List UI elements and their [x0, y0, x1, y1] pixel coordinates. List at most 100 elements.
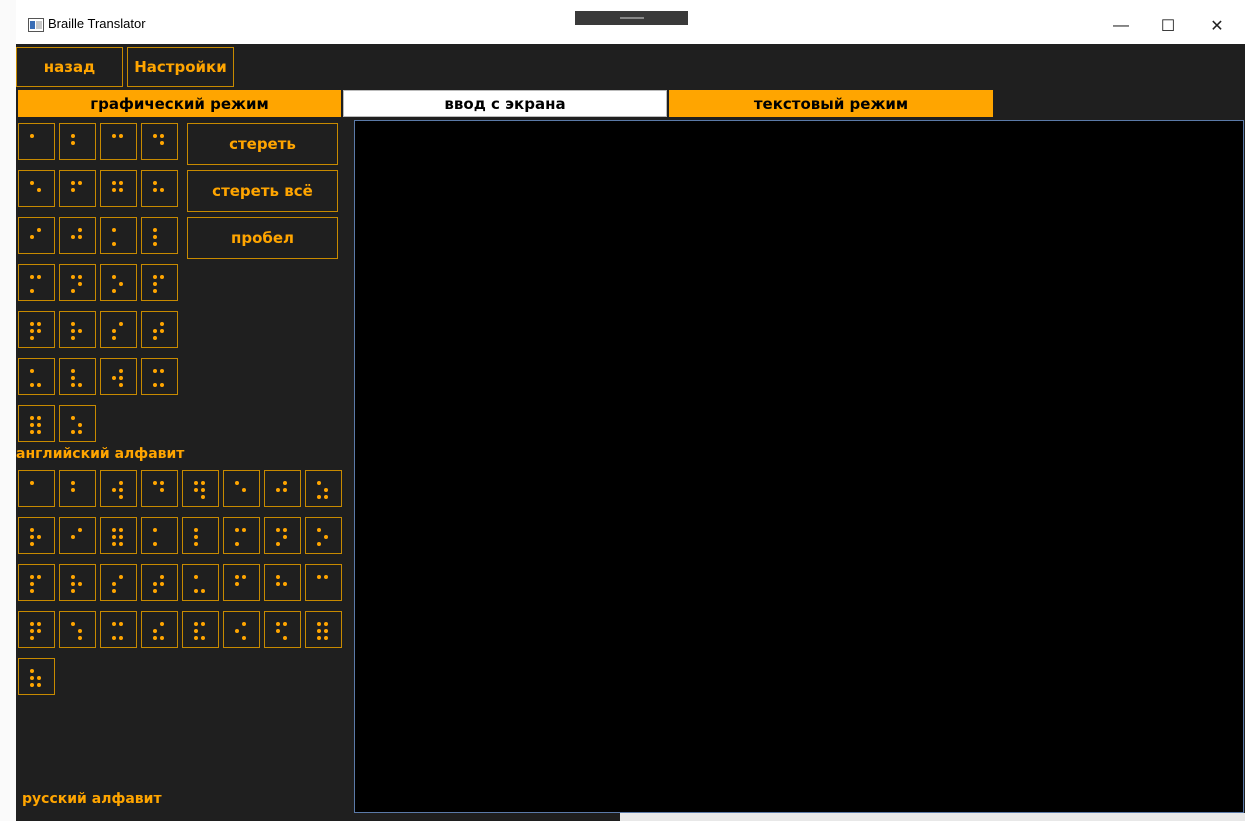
tab-screen-input[interactable]: ввод с экрана: [343, 90, 667, 117]
russian-braille-cell[interactable]: [305, 517, 342, 554]
maximize-button[interactable]: ☐: [1145, 10, 1191, 42]
tab-text-mode[interactable]: текстовый режим: [669, 90, 993, 117]
russian-braille-cell[interactable]: [264, 517, 301, 554]
english-braille-cell[interactable]: [141, 358, 178, 395]
russian-braille-cell[interactable]: [182, 470, 219, 507]
english-braille-cell[interactable]: [141, 123, 178, 160]
close-button[interactable]: ✕: [1194, 10, 1240, 42]
english-braille-cell[interactable]: [59, 358, 96, 395]
russian-braille-cell[interactable]: [141, 517, 178, 554]
braille-dot: [283, 488, 287, 492]
russian-braille-cell[interactable]: [264, 564, 301, 601]
english-braille-cell[interactable]: [100, 358, 137, 395]
russian-braille-cell[interactable]: [264, 611, 301, 648]
braille-dot: [160, 488, 164, 492]
drawing-canvas[interactable]: [354, 120, 1244, 813]
russian-braille-cell[interactable]: [59, 611, 96, 648]
russian-braille-cell[interactable]: [100, 470, 137, 507]
english-braille-cell[interactable]: [18, 217, 55, 254]
braille-dots-icon: [30, 134, 34, 138]
braille-dot: [153, 282, 157, 286]
braille-dot: [71, 188, 75, 192]
russian-braille-cell[interactable]: [18, 517, 55, 554]
english-braille-cell[interactable]: [18, 405, 55, 442]
english-braille-cell[interactable]: [18, 358, 55, 395]
russian-braille-cell[interactable]: [59, 517, 96, 554]
english-braille-cell[interactable]: [100, 217, 137, 254]
english-braille-cell[interactable]: [18, 170, 55, 207]
braille-dot: [317, 495, 321, 499]
russian-braille-cell[interactable]: [223, 517, 260, 554]
russian-braille-cell[interactable]: [100, 611, 137, 648]
erase-all-button[interactable]: стереть всё: [187, 170, 338, 212]
russian-braille-cell[interactable]: [141, 470, 178, 507]
braille-dot: [317, 528, 321, 532]
braille-dot: [201, 481, 205, 485]
settings-button[interactable]: Настройки: [127, 47, 234, 87]
braille-dot: [317, 622, 321, 626]
braille-dot: [242, 488, 246, 492]
english-braille-cell[interactable]: [18, 311, 55, 348]
english-braille-cell[interactable]: [100, 123, 137, 160]
english-braille-cell[interactable]: [59, 170, 96, 207]
russian-braille-cell[interactable]: [305, 564, 342, 601]
tab-graphic-mode[interactable]: графический режим: [18, 90, 341, 117]
english-braille-cell[interactable]: [18, 123, 55, 160]
braille-dot: [194, 488, 198, 492]
russian-braille-cell[interactable]: [223, 564, 260, 601]
braille-dots-icon: [194, 528, 198, 546]
back-button[interactable]: назад: [16, 47, 123, 87]
braille-dot: [160, 636, 164, 640]
russian-braille-cell[interactable]: [305, 470, 342, 507]
russian-braille-cell[interactable]: [182, 517, 219, 554]
russian-braille-cell[interactable]: [141, 611, 178, 648]
russian-braille-cell[interactable]: [305, 611, 342, 648]
braille-dot: [71, 235, 75, 239]
english-braille-cell[interactable]: [59, 405, 96, 442]
braille-dots-icon: [235, 528, 246, 546]
braille-dot: [317, 575, 321, 579]
russian-braille-cell[interactable]: [100, 517, 137, 554]
erase-button[interactable]: стереть: [187, 123, 338, 165]
russian-braille-cell[interactable]: [18, 564, 55, 601]
braille-dot: [276, 528, 280, 532]
braille-dot: [71, 481, 75, 485]
english-braille-cell[interactable]: [141, 264, 178, 301]
english-braille-cell[interactable]: [18, 264, 55, 301]
english-braille-cell[interactable]: [100, 311, 137, 348]
russian-braille-cell[interactable]: [223, 611, 260, 648]
russian-braille-cell[interactable]: [141, 564, 178, 601]
english-braille-cell[interactable]: [59, 217, 96, 254]
english-braille-cell[interactable]: [59, 311, 96, 348]
russian-braille-cell[interactable]: [100, 564, 137, 601]
braille-dot: [112, 275, 116, 279]
russian-braille-cell[interactable]: [59, 470, 96, 507]
braille-dot: [242, 528, 246, 532]
english-braille-cell[interactable]: [59, 123, 96, 160]
english-braille-cell[interactable]: [141, 217, 178, 254]
russian-braille-cell[interactable]: [182, 564, 219, 601]
russian-braille-cell[interactable]: [264, 470, 301, 507]
english-braille-cell[interactable]: [59, 264, 96, 301]
braille-dots-icon: [30, 481, 34, 485]
braille-dot: [78, 636, 82, 640]
minimize-button[interactable]: —: [1098, 10, 1144, 42]
english-braille-cell[interactable]: [141, 311, 178, 348]
russian-braille-cell[interactable]: [223, 470, 260, 507]
braille-dots-icon: [71, 622, 82, 640]
russian-braille-cell[interactable]: [18, 470, 55, 507]
braille-dot: [201, 636, 205, 640]
english-braille-cell[interactable]: [141, 170, 178, 207]
russian-braille-cell[interactable]: [182, 611, 219, 648]
braille-dot: [153, 369, 157, 373]
braille-dot: [194, 589, 198, 593]
russian-braille-cell[interactable]: [18, 658, 55, 695]
space-button[interactable]: пробел: [187, 217, 338, 259]
braille-dot: [71, 582, 75, 586]
english-braille-cell[interactable]: [100, 264, 137, 301]
russian-braille-cell[interactable]: [59, 564, 96, 601]
russian-braille-cell[interactable]: [18, 611, 55, 648]
braille-dots-icon: [112, 181, 123, 192]
braille-dots-icon: [71, 369, 82, 387]
english-braille-cell[interactable]: [100, 170, 137, 207]
